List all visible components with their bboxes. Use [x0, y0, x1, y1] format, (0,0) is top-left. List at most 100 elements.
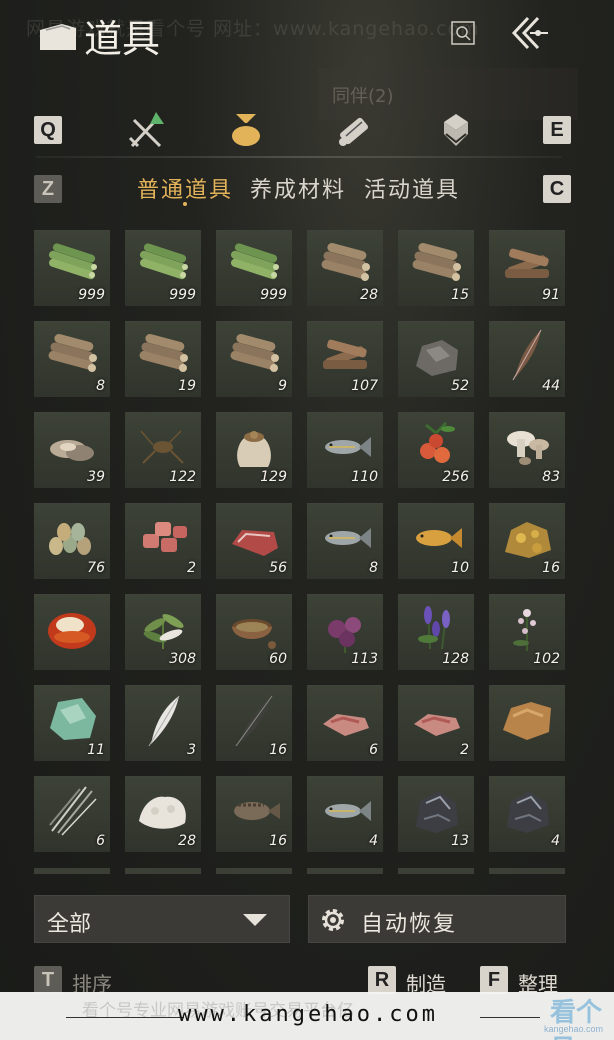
item-slot[interactable]: 13 [398, 776, 474, 852]
item-slot[interactable]: 8 [307, 503, 383, 579]
item-slot[interactable]: 2 [125, 503, 201, 579]
item-quantity: 28 [178, 833, 196, 849]
page-title: 道具 [84, 17, 161, 61]
key-hint-z[interactable]: Z [34, 175, 62, 203]
item-slot[interactable]: 308 [125, 594, 201, 670]
search-icon[interactable] [450, 20, 476, 46]
item-quantity: 107 [351, 378, 378, 394]
crossed-swords-icon[interactable] [124, 108, 172, 154]
item-quantity: 999 [169, 287, 196, 303]
header: 道具 [0, 0, 614, 70]
item-quantity: 39 [87, 469, 105, 485]
scroll-icon[interactable] [330, 108, 378, 154]
item-slot[interactable]: 128 [398, 594, 474, 670]
subtab-event-items[interactable]: 活动道具 [364, 172, 460, 204]
item-slot[interactable]: 39 [34, 412, 110, 488]
auto-restore-button[interactable]: 自动恢复 [308, 895, 566, 943]
item-quantity: 60 [269, 651, 287, 667]
item-slot[interactable]: 6 [307, 685, 383, 761]
item-slot[interactable]: 6 [34, 776, 110, 852]
item-slot[interactable]: 91 [489, 230, 565, 306]
item-slot[interactable]: 19 [125, 321, 201, 397]
item-slot[interactable]: 256 [398, 412, 474, 488]
item-slot[interactable]: 15 [398, 230, 474, 306]
key-hint-f[interactable]: F [480, 966, 508, 994]
item-quantity: 128 [442, 651, 469, 667]
auto-restore-label: 自动恢复 [361, 912, 458, 937]
filter-dropdown-label: 全部 [47, 912, 92, 937]
item-quantity: 11 [87, 742, 105, 758]
item-slot[interactable]: 999 [125, 230, 201, 306]
gear-icon [322, 909, 344, 931]
key-hint-r[interactable]: R [368, 966, 396, 994]
item-slot[interactable]: 4 [307, 776, 383, 852]
item-slot[interactable]: 52 [398, 321, 474, 397]
item-quantity: 13 [451, 833, 469, 849]
item-slot[interactable]: 11 [34, 685, 110, 761]
item-quantity: 28 [360, 287, 378, 303]
item-quantity: 10 [451, 560, 469, 576]
item-quantity: 83 [542, 469, 560, 485]
back-icon[interactable] [508, 14, 552, 52]
item-quantity: 52 [451, 378, 469, 394]
item-slot[interactable]: 16 [489, 503, 565, 579]
item-slot[interactable]: 102 [489, 594, 565, 670]
item-quantity: 2 [460, 742, 469, 758]
key-hint-q[interactable]: Q [34, 116, 62, 144]
footer-rule-right [480, 1017, 540, 1018]
gem-icon[interactable] [432, 108, 480, 154]
key-hint-t[interactable]: T [34, 966, 62, 994]
bag-icon [40, 24, 76, 50]
item-slot[interactable]: 122 [125, 412, 201, 488]
item-slot[interactable]: 4 [489, 776, 565, 852]
item-slot[interactable]: 83 [489, 412, 565, 488]
item-slot[interactable]: 8 [34, 321, 110, 397]
item-quantity: 256 [442, 469, 469, 485]
key-hint-c[interactable]: C [543, 175, 571, 203]
item-slot[interactable]: 129 [216, 412, 292, 488]
item-quantity: 8 [369, 560, 378, 576]
item-slot[interactable]: 76 [34, 503, 110, 579]
watermark-url: www.kangehao.com [178, 1002, 438, 1027]
item-quantity: 3 [187, 742, 196, 758]
item-slot[interactable]: 56 [216, 503, 292, 579]
next-row-peek [34, 868, 566, 874]
item-slot[interactable]: 999 [34, 230, 110, 306]
item-slot[interactable]: 3 [125, 685, 201, 761]
item-quantity: 6 [369, 742, 378, 758]
item-quantity: 16 [269, 833, 287, 849]
item-slot[interactable] [489, 685, 565, 761]
subtab-growth-materials[interactable]: 养成材料 [250, 172, 346, 204]
item-slot[interactable]: 9 [216, 321, 292, 397]
item-slot[interactable]: 999 [216, 230, 292, 306]
item-slot[interactable]: 28 [307, 230, 383, 306]
item-slot[interactable]: 107 [307, 321, 383, 397]
item-quantity: 129 [260, 469, 287, 485]
brand-logo: 看个号 kangehao.com [536, 994, 606, 1040]
item-quantity: 15 [451, 287, 469, 303]
item-slot[interactable]: 113 [307, 594, 383, 670]
filter-dropdown[interactable]: 全部 [34, 895, 290, 943]
dropdown-caret-icon [243, 914, 267, 926]
item-slot[interactable]: 60 [216, 594, 292, 670]
item-slot[interactable]: 2 [398, 685, 474, 761]
watermark-footer: 看个号专业网易游戏账号交易平台亿 www.kangehao.com 看个号 ka… [0, 992, 614, 1040]
item-slot[interactable]: 10 [398, 503, 474, 579]
key-hint-e[interactable]: E [543, 116, 571, 144]
item-quantity: 44 [542, 378, 560, 394]
item-slot[interactable] [34, 594, 110, 670]
item-quantity: 999 [78, 287, 105, 303]
item-quantity: 999 [260, 287, 287, 303]
item-slot[interactable]: 44 [489, 321, 565, 397]
item-slot[interactable]: 16 [216, 776, 292, 852]
pouch-icon[interactable] [222, 108, 270, 154]
item-slot[interactable]: 16 [216, 685, 292, 761]
brand-logo-sub: kangehao.com [544, 1024, 604, 1034]
item-slot[interactable]: 110 [307, 412, 383, 488]
item-slot[interactable]: 28 [125, 776, 201, 852]
item-grid: 999 999 999 28 15 91 8 19 9 107 52 44 39 122 129 110 256… [34, 230, 565, 852]
item-quantity: 6 [96, 833, 105, 849]
item-quantity: 16 [269, 742, 287, 758]
subtab-common-items[interactable]: 普通道具 [137, 172, 233, 204]
companion-banner-label: 同伴(2) [332, 86, 394, 107]
